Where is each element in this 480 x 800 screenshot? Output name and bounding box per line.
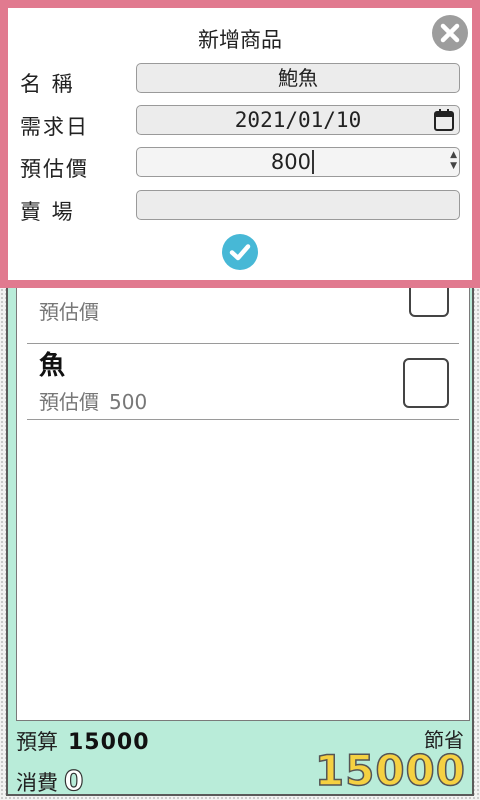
price-field[interactable]: 800 ▲ ▼: [136, 147, 460, 177]
item-price-label: 預估價: [39, 300, 99, 324]
date-label: 需求日: [20, 115, 89, 139]
spent-row: 消費 0: [16, 763, 84, 797]
date-field[interactable]: 2021/01/10: [136, 105, 460, 135]
check-circle-icon[interactable]: [222, 234, 258, 270]
spent-value: 0: [63, 763, 84, 797]
store-label: 賣 場: [20, 200, 75, 224]
dialog-title: 新增商品: [198, 28, 282, 52]
budget-value[interactable]: 15000: [68, 730, 150, 755]
save-value: 15000: [314, 745, 466, 796]
item-name: 魚: [39, 351, 66, 381]
dialog-body: 新增商品 名 稱 鮑魚 需求日 2021/01/10 預估價 800 ▲ ▼ 賣…: [8, 8, 472, 280]
item-price-label: 預估價: [39, 390, 99, 414]
price-value: 800: [270, 150, 311, 174]
budget-label: 預算: [16, 730, 58, 754]
name-label: 名 稱: [20, 72, 75, 96]
item-price-row: 預估價: [39, 296, 109, 325]
calendar-icon[interactable]: [433, 108, 455, 139]
spent-label: 消費: [16, 771, 58, 795]
item-price-value: 500: [109, 390, 148, 414]
spinner-arrows-icon[interactable]: ▲ ▼: [450, 150, 457, 172]
add-item-dialog: 新增商品 名 稱 鮑魚 需求日 2021/01/10 預估價 800 ▲ ▼ 賣…: [0, 0, 480, 288]
item-list[interactable]: 年糕 預估價 魚 預估價500: [16, 252, 470, 721]
budget-row: 預算 15000: [16, 726, 150, 756]
store-field[interactable]: [136, 190, 460, 220]
text-caret: [312, 150, 314, 174]
name-field[interactable]: 鮑魚: [136, 63, 460, 93]
list-item[interactable]: 魚 預估價 500: [27, 343, 459, 420]
item-price-row: 預估價 500: [39, 386, 147, 415]
close-icon[interactable]: [432, 15, 468, 51]
shopping-list-panel: 年糕 預估價 魚 預估價500 預算15000 消費0 節省 15000: [6, 250, 474, 798]
item-checkbox[interactable]: [403, 358, 449, 408]
date-value: 2021/01/10: [234, 108, 362, 132]
price-label: 預估價: [20, 157, 89, 181]
